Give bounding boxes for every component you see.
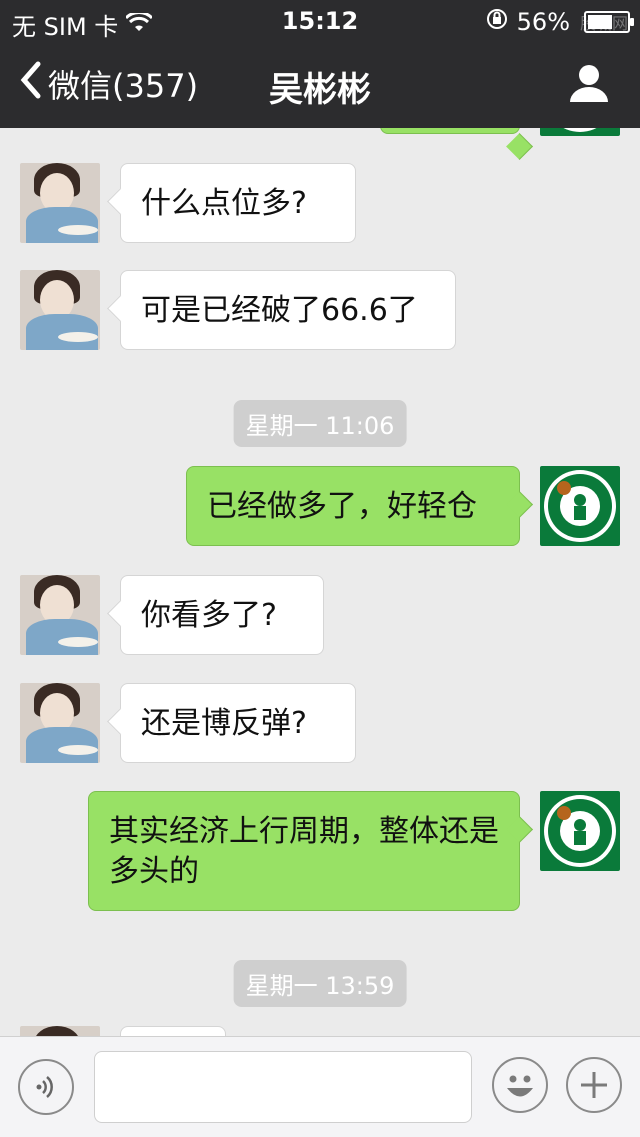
message-bubble-received[interactable]: 你看多了? — [120, 575, 324, 655]
message-text: 已经做多了，好轻仓 — [207, 489, 477, 524]
avatar[interactable] — [20, 575, 100, 655]
emoji-icon[interactable] — [492, 1057, 548, 1113]
timestamp-divider: 星期一 13:59 — [233, 960, 407, 1007]
message-bubble-received[interactable]: 还是博反弹? — [120, 683, 356, 763]
nav-bar: 微信(357) 吴彬彬 — [0, 40, 640, 128]
status-bar: 无 SIM 卡 15:12 56% 股城网 — [0, 0, 640, 41]
avatar[interactable] — [20, 163, 100, 243]
timestamp-divider: 星期一 11:06 — [233, 400, 407, 447]
avatar[interactable] — [540, 466, 620, 546]
orientation-lock-icon — [485, 7, 509, 37]
battery-percent: 56% — [516, 8, 570, 36]
message-text: 可是已经破了66.6了 — [141, 293, 418, 328]
message-bubble-sent[interactable]: 已经做多了，好轻仓 — [186, 466, 520, 546]
chat-title: 吴彬彬 — [269, 70, 371, 110]
avatar[interactable] — [20, 270, 100, 350]
chat-area[interactable]: 什么点位多? 可是已经破了66.6了 星期一 11:06 已经做多了，好轻仓 你… — [0, 128, 640, 1036]
message-bubble-received-partial[interactable] — [120, 1026, 226, 1036]
message-text: 什么点位多? — [141, 186, 307, 221]
message-bubble-sent-partial[interactable] — [380, 128, 520, 134]
avatar[interactable] — [20, 1026, 100, 1036]
message-bubble-sent[interactable]: 其实经济上行周期，整体还是多头的 — [88, 791, 520, 911]
person-icon[interactable] — [568, 62, 610, 104]
watermark: 股城网 — [579, 14, 628, 33]
avatar[interactable] — [540, 128, 620, 136]
avatar[interactable] — [540, 791, 620, 871]
message-bubble-received[interactable]: 什么点位多? — [120, 163, 356, 243]
message-text: 还是博反弹? — [141, 706, 307, 741]
message-bubble-received[interactable]: 可是已经破了66.6了 — [120, 270, 456, 350]
voice-icon[interactable] — [18, 1059, 74, 1115]
plus-icon[interactable] — [566, 1057, 622, 1113]
message-text: 你看多了? — [141, 598, 277, 633]
message-text: 其实经济上行周期，整体还是多头的 — [109, 814, 499, 889]
input-bar — [0, 1036, 640, 1137]
message-input[interactable] — [94, 1051, 472, 1123]
avatar[interactable] — [20, 683, 100, 763]
